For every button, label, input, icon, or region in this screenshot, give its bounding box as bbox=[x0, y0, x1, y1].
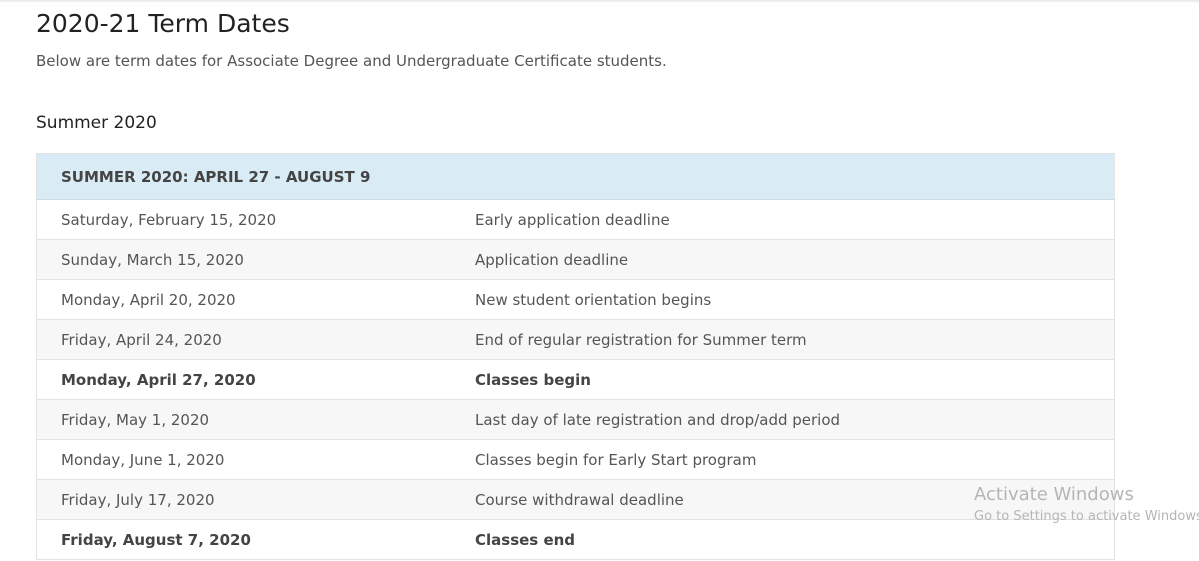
row-event: New student orientation begins bbox=[451, 279, 1115, 320]
row-date: Sunday, March 15, 2020 bbox=[36, 239, 451, 280]
term-dates-table: SUMMER 2020: APRIL 27 - AUGUST 9 Saturda… bbox=[36, 153, 1115, 560]
page-intro: Below are term dates for Associate Degre… bbox=[36, 52, 667, 70]
table-row: Monday, April 27, 2020 Classes begin bbox=[36, 359, 1115, 400]
table-row: Friday, August 7, 2020 Classes end bbox=[36, 519, 1115, 560]
row-event: Last day of late registration and drop/a… bbox=[451, 399, 1115, 440]
table-row: Monday, June 1, 2020 Classes begin for E… bbox=[36, 439, 1115, 480]
row-event: End of regular registration for Summer t… bbox=[451, 319, 1115, 360]
row-date: Friday, July 17, 2020 bbox=[36, 479, 451, 520]
row-date: Monday, April 27, 2020 bbox=[36, 359, 451, 400]
section-title: Summer 2020 bbox=[36, 113, 157, 133]
table-header: SUMMER 2020: APRIL 27 - AUGUST 9 bbox=[36, 153, 1115, 200]
row-event: Classes end bbox=[451, 519, 1115, 560]
row-date: Monday, April 20, 2020 bbox=[36, 279, 451, 320]
row-event: Application deadline bbox=[451, 239, 1115, 280]
row-date: Friday, May 1, 2020 bbox=[36, 399, 451, 440]
row-date: Monday, June 1, 2020 bbox=[36, 439, 451, 480]
row-event: Early application deadline bbox=[451, 199, 1115, 240]
table-row: Friday, April 24, 2020 End of regular re… bbox=[36, 319, 1115, 360]
table-header-row: SUMMER 2020: APRIL 27 - AUGUST 9 bbox=[36, 153, 1115, 200]
table-row: Sunday, March 15, 2020 Application deadl… bbox=[36, 239, 1115, 280]
row-event: Course withdrawal deadline bbox=[451, 479, 1115, 520]
top-shadow bbox=[0, 0, 1199, 3]
table-row: Monday, April 20, 2020 New student orien… bbox=[36, 279, 1115, 320]
table-row: Saturday, February 15, 2020 Early applic… bbox=[36, 199, 1115, 240]
row-date: Saturday, February 15, 2020 bbox=[36, 199, 451, 240]
row-event: Classes begin bbox=[451, 359, 1115, 400]
table-row: Friday, July 17, 2020 Course withdrawal … bbox=[36, 479, 1115, 520]
row-date: Friday, August 7, 2020 bbox=[36, 519, 451, 560]
table-row: Friday, May 1, 2020 Last day of late reg… bbox=[36, 399, 1115, 440]
row-date: Friday, April 24, 2020 bbox=[36, 319, 451, 360]
row-event: Classes begin for Early Start program bbox=[451, 439, 1115, 480]
page-title: 2020-21 Term Dates bbox=[36, 9, 290, 38]
